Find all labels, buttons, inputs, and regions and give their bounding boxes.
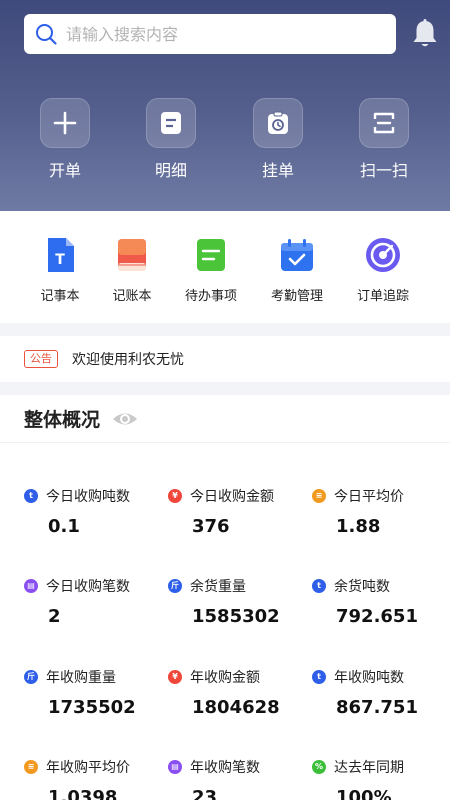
shortcut-label: 待办事项	[184, 289, 237, 304]
ton-icon: t	[312, 670, 326, 684]
shortcut-order-tracking[interactable]: 订单追踪	[338, 235, 428, 304]
shortcut-grid: T 记事本 记账本 待办事项 考勤管理 订单追踪	[0, 211, 450, 323]
search-icon	[36, 24, 57, 45]
quick-action-label: 明细	[154, 161, 187, 180]
coin-stack-icon: ≡	[24, 760, 38, 774]
stat-label: 余货重量	[190, 579, 246, 595]
stat-label: 年收购笔数	[190, 760, 260, 776]
overview-title: 整体概况	[24, 409, 101, 431]
stat-stock-weight: 斤余货重量 1585302	[168, 576, 308, 627]
calendar-check-icon	[277, 235, 317, 275]
stat-label: 年收购金额	[190, 670, 260, 686]
quick-action-hold-order[interactable]: 挂单	[253, 98, 303, 181]
yuan-icon: ¥	[168, 489, 182, 503]
header: 开单 明细 挂单 扫一扫	[0, 0, 450, 211]
stat-label: 今日平均价	[334, 489, 404, 505]
shortcut-label: 考勤管理	[270, 289, 323, 304]
announcement-text: 欢迎使用利农无忧	[72, 352, 184, 368]
stat-value: 2	[48, 606, 61, 627]
quick-action-create-order[interactable]: 开单	[40, 98, 90, 181]
stat-value: 1.88	[336, 516, 381, 537]
stat-today-avg-price: ≡ 今日平均价 1.88	[312, 486, 450, 537]
ton-icon: t	[312, 579, 326, 593]
shortcut-account-book[interactable]: 记账本	[87, 235, 177, 304]
stat-year-count: ▤ 年收购笔数 23	[168, 757, 308, 800]
stat-yoy-percent: % 达去年同期 100%	[312, 757, 450, 800]
quick-action-label: 扫一扫	[359, 161, 408, 180]
document-icon	[146, 98, 196, 148]
quick-action-label: 开单	[48, 161, 81, 180]
stat-label: 年收购吨数	[334, 670, 404, 686]
shortcut-todo[interactable]: 待办事项	[166, 235, 256, 304]
ton-icon: t	[24, 489, 38, 503]
stat-label: 年收购重量	[46, 670, 116, 686]
plus-icon	[40, 98, 90, 148]
stat-year-amount: ¥ 年收购金额 1804628	[168, 667, 308, 718]
percent-icon: %	[312, 760, 326, 774]
account-book-icon	[112, 235, 152, 275]
overview-header: 整体概况	[0, 395, 450, 443]
stat-stock-tons: t 余货吨数 792.651	[312, 576, 450, 627]
stat-value: 376	[192, 516, 230, 537]
search-input[interactable]	[66, 24, 366, 44]
stat-label: 余货吨数	[334, 579, 390, 595]
todo-icon	[191, 235, 231, 275]
jin-icon: 斤	[24, 670, 38, 684]
stat-value: 0.1	[48, 516, 80, 537]
stat-today-count: ▤ 今日收购笔数 2	[24, 576, 164, 627]
stat-today-tons: t 今日收购吨数 0.1	[24, 486, 164, 537]
stat-value: 1735502	[48, 697, 136, 718]
bell-icon[interactable]	[410, 18, 440, 50]
stat-year-avg-price: ≡ 年收购平均价 1.0398	[24, 757, 164, 800]
announcement-badge: 公告	[24, 350, 58, 368]
stat-value: 792.651	[336, 606, 418, 627]
notepad-icon: T	[40, 235, 80, 275]
stat-value: 1804628	[192, 697, 280, 718]
quick-action-label: 挂单	[261, 161, 294, 180]
stat-value: 100%	[336, 787, 392, 800]
eye-icon[interactable]	[112, 410, 138, 428]
stat-label: 达去年同期	[334, 760, 404, 776]
stat-label: 年收购平均价	[46, 760, 130, 776]
stat-value: 867.751	[336, 697, 418, 718]
quick-action-details[interactable]: 明细	[146, 98, 196, 181]
yuan-icon: ¥	[168, 670, 182, 684]
stat-value: 23	[192, 787, 218, 800]
stat-label: 今日收购吨数	[46, 489, 130, 505]
shortcut-attendance[interactable]: 考勤管理	[252, 235, 342, 304]
stat-value: 1585302	[192, 606, 280, 627]
scan-icon	[359, 98, 409, 148]
order-track-icon	[363, 235, 403, 275]
stat-label: 今日收购笔数	[46, 579, 130, 595]
announcement-bar[interactable]: 公告 欢迎使用利农无忧	[0, 336, 450, 382]
svg-text:T: T	[55, 252, 65, 268]
jin-icon: 斤	[168, 579, 182, 593]
clipboard-clock-icon	[253, 98, 303, 148]
stat-year-tons: t 年收购吨数 867.751	[312, 667, 450, 718]
search-bar[interactable]	[24, 14, 396, 54]
quick-action-scan[interactable]: 扫一扫	[359, 98, 409, 181]
overview-panel: 整体概况 t 今日收购吨数 0.1 ¥ 今日收购金额 376 ≡ 今日平均价 1.88…	[0, 395, 450, 800]
shortcut-label: 记账本	[112, 289, 152, 304]
receipt-icon: ▤	[24, 579, 38, 593]
stat-year-weight: 斤年收购重量 1735502	[24, 667, 164, 718]
stat-today-amount: ¥ 今日收购金额 376	[168, 486, 308, 537]
stat-label: 今日收购金额	[190, 489, 274, 505]
stat-value: 1.0398	[48, 787, 118, 800]
shortcut-label: 记事本	[40, 289, 80, 304]
receipt-icon: ▤	[168, 760, 182, 774]
shortcut-label: 订单追踪	[356, 289, 409, 304]
coin-stack-icon: ≡	[312, 489, 326, 503]
